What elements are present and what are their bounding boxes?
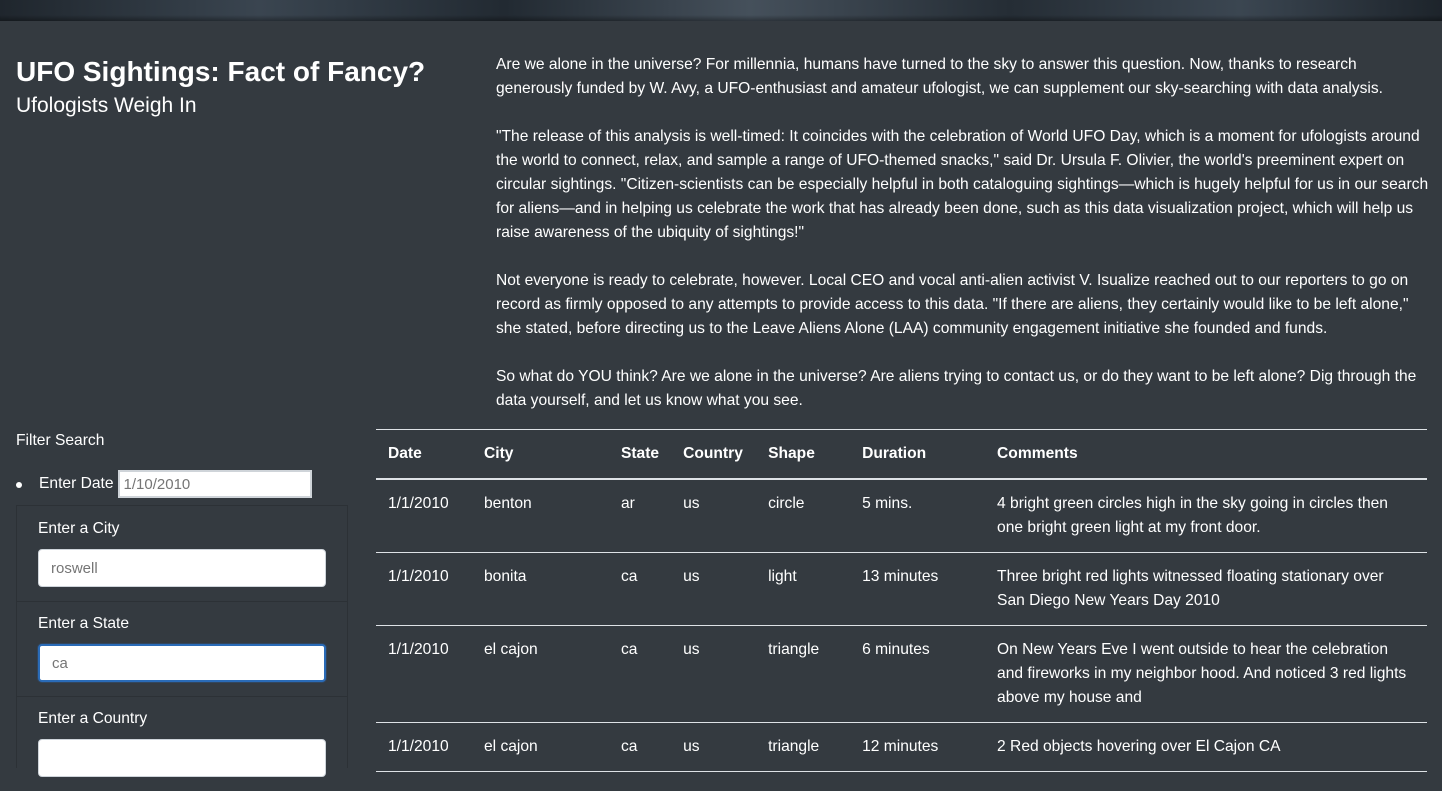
article-paragraph: "The release of this analysis is well-ti…: [496, 128, 1429, 241]
column-header-date: Date: [376, 429, 472, 480]
cell-comments: 4 bright green circles high in the sky g…: [985, 479, 1427, 553]
hero-banner-strip: [0, 0, 1442, 21]
cell-shape: circle: [756, 479, 851, 553]
table-row: 1/1/2010 el cajon ca us triangle 12 minu…: [376, 722, 1427, 772]
cell-comments: 2 Red objects hovering over El Cajon CA: [985, 722, 1427, 772]
cell-duration: 6 minutes: [850, 625, 986, 723]
filter-search-heading: Filter Search: [16, 432, 105, 449]
state-filter-group: Enter a State: [17, 601, 347, 697]
cell-country: us: [671, 552, 757, 626]
cell-country: us: [671, 479, 757, 553]
table-row: 1/1/2010 el cajon ca us triangle 6 minut…: [376, 625, 1427, 723]
bullet-icon: [16, 482, 22, 488]
city-filter-input[interactable]: [38, 549, 326, 587]
cell-duration: 5 mins.: [850, 479, 986, 553]
date-filter-row: Enter Date: [16, 469, 312, 499]
cell-date: 1/1/2010: [376, 625, 472, 723]
cell-country: us: [671, 722, 757, 772]
city-filter-group: Enter a City: [17, 506, 347, 602]
column-header-comments: Comments: [985, 429, 1427, 480]
cell-duration: 13 minutes: [850, 552, 986, 626]
cell-city: el cajon: [471, 722, 609, 772]
cell-country: us: [671, 625, 757, 723]
cell-comments: Three bright red lights witnessed floati…: [985, 552, 1427, 626]
table-row: 1/1/2010 bonita ca us light 13 minutes T…: [376, 552, 1427, 626]
filter-panel: Enter a City Enter a State Enter a Count…: [16, 505, 348, 777]
cell-shape: triangle: [756, 625, 851, 723]
article-paragraph: So what do YOU think? Are we alone in th…: [496, 368, 1417, 409]
cell-state: ar: [608, 479, 672, 553]
page-body: UFO Sightings: Fact of Fancy? Ufologists…: [0, 21, 1442, 777]
cell-duration: 12 minutes: [850, 722, 986, 772]
page-title: UFO Sightings: Fact of Fancy?: [16, 56, 426, 87]
cell-state: ca: [608, 625, 672, 723]
page-subtitle: Ufologists Weigh In: [16, 94, 197, 117]
cell-city: benton: [471, 479, 609, 553]
cell-city: bonita: [471, 552, 609, 626]
city-filter-label: Enter a City: [38, 520, 120, 537]
cell-state: ca: [608, 552, 672, 626]
column-header-city: City: [471, 429, 609, 480]
cell-date: 1/1/2010: [376, 552, 472, 626]
state-filter-input[interactable]: [38, 644, 326, 682]
column-header-country: Country: [671, 429, 757, 480]
table-header-row: Date City State Country Shape Duration C…: [376, 429, 1427, 480]
country-filter-group: Enter a Country: [17, 696, 347, 791]
cell-comments: On New Years Eve I went outside to hear …: [985, 625, 1427, 723]
article-paragraph: Not everyone is ready to celebrate, howe…: [496, 272, 1409, 337]
cell-date: 1/1/2010: [376, 479, 472, 553]
cell-shape: triangle: [756, 722, 851, 772]
ufo-sightings-table: Date City State Country Shape Duration C…: [376, 429, 1427, 772]
column-header-shape: Shape: [756, 429, 851, 480]
country-filter-label: Enter a Country: [38, 710, 148, 727]
cell-city: el cajon: [471, 625, 609, 723]
date-filter-input[interactable]: [117, 470, 312, 498]
column-header-state: State: [608, 429, 672, 480]
date-filter-label: Enter Date: [39, 475, 114, 492]
cell-date: 1/1/2010: [376, 722, 472, 772]
state-filter-label: Enter a State: [38, 615, 130, 632]
table-row: 1/1/2010 benton ar us circle 5 mins. 4 b…: [376, 479, 1427, 553]
cell-shape: light: [756, 552, 851, 626]
country-filter-input[interactable]: [38, 739, 326, 777]
cell-state: ca: [608, 722, 672, 772]
column-header-duration: Duration: [850, 429, 986, 480]
article-paragraph: Are we alone in the universe? For millen…: [496, 56, 1383, 97]
ufo-table-container: Date City State Country Shape Duration C…: [376, 429, 1427, 772]
article-text: Are we alone in the universe? For millen…: [496, 53, 1430, 437]
